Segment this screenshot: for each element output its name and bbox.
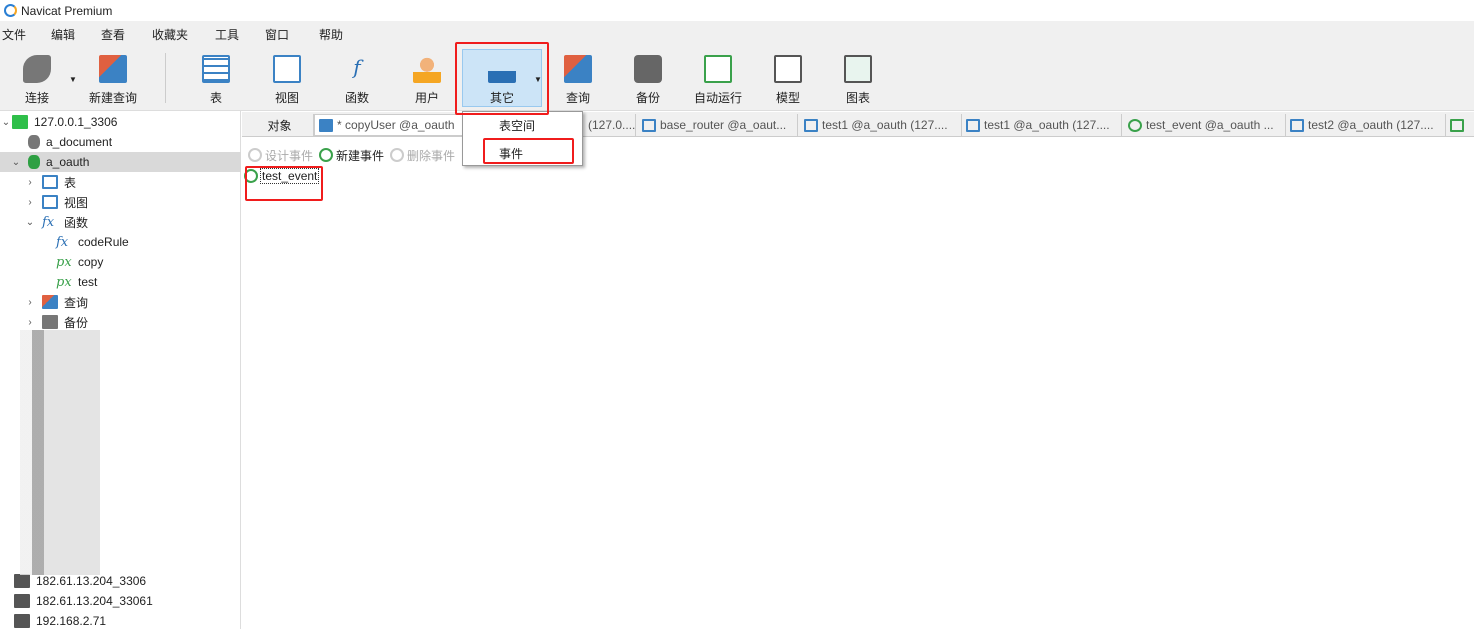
tree-function-item[interactable]: fx codeRule bbox=[0, 232, 241, 252]
query-icon bbox=[564, 55, 592, 83]
function-icon: f bbox=[353, 55, 361, 79]
highlight-box-event bbox=[483, 138, 574, 164]
backup-icon bbox=[634, 55, 662, 83]
chevron-down-icon[interactable]: ⌄ bbox=[10, 157, 22, 168]
chevron-down-icon[interactable]: ⌄ bbox=[0, 117, 12, 128]
query-icon bbox=[42, 295, 58, 309]
schedule-icon bbox=[1450, 118, 1464, 132]
procedure-icon: px bbox=[56, 254, 72, 270]
new-event-button[interactable]: 新建事件 bbox=[319, 147, 384, 164]
object-toolbar: 设计事件 新建事件 删除事件 bbox=[242, 144, 1474, 166]
query-button[interactable]: 查询 bbox=[543, 49, 613, 107]
tree-queries[interactable]: › 查询 bbox=[0, 292, 241, 312]
model-button[interactable]: 模型 bbox=[753, 49, 823, 107]
design-event-button[interactable]: 设计事件 bbox=[248, 147, 313, 164]
tree-connection-local[interactable]: ⌄ 127.0.0.1_3306 bbox=[0, 112, 241, 132]
connect-dropdown-icon[interactable]: ▼ bbox=[69, 75, 77, 84]
chevron-right-icon[interactable]: › bbox=[24, 297, 36, 308]
tree-db-a-document[interactable]: a_document bbox=[0, 132, 241, 152]
design-event-icon bbox=[248, 148, 262, 162]
tab-overflow[interactable] bbox=[1446, 114, 1474, 136]
menu-tools[interactable]: 工具 bbox=[215, 26, 239, 43]
schedule-icon bbox=[704, 55, 732, 83]
new-query-button[interactable]: 新建查询 bbox=[78, 49, 148, 107]
menu-item-tablespace[interactable]: 表空间 bbox=[499, 117, 535, 134]
tab-objects[interactable]: 对象 bbox=[242, 114, 314, 136]
function-icon: fx bbox=[56, 234, 69, 250]
new-event-icon bbox=[319, 148, 334, 162]
menu-file[interactable]: 文件 bbox=[2, 26, 26, 43]
event-icon bbox=[1128, 118, 1142, 132]
user-button[interactable]: 用户 bbox=[392, 49, 462, 107]
view-icon bbox=[273, 55, 301, 83]
tab-base-router[interactable]: base_router @a_oaut... bbox=[638, 114, 798, 136]
tree-backups[interactable]: › 备份 bbox=[0, 312, 241, 332]
database-icon bbox=[28, 135, 40, 149]
database-icon bbox=[28, 155, 40, 169]
table-icon bbox=[642, 118, 656, 132]
chart-button[interactable]: 图表 bbox=[823, 49, 893, 107]
function-button[interactable]: f 函数 bbox=[322, 49, 392, 107]
mysql-connection-icon bbox=[12, 115, 28, 129]
tab-partial[interactable]: (127.0.... bbox=[584, 114, 636, 136]
tab-bar: 对象 * copyUser @a_oauth (127.0.... base_r… bbox=[242, 112, 1474, 137]
user-icon bbox=[413, 55, 441, 83]
menu-bar: 文件 编辑 查看 收藏夹 工具 窗口 帮助 bbox=[0, 21, 1474, 45]
highlight-box-other bbox=[455, 42, 549, 115]
table-button[interactable]: 表 bbox=[181, 49, 251, 107]
blurred-region bbox=[20, 330, 180, 575]
menu-window[interactable]: 窗口 bbox=[265, 26, 289, 43]
toolbar: 连接 ▼ 新建查询 表 视图 f 函数 用户 其它 ▼ 查询 备份 自动运行 模型… bbox=[0, 45, 1474, 111]
chevron-down-icon[interactable]: ⌄ bbox=[24, 217, 36, 228]
function-icon: fx bbox=[42, 214, 55, 230]
mysql-connection-icon bbox=[14, 574, 30, 588]
table-icon bbox=[1290, 118, 1304, 132]
mysql-connection-icon bbox=[14, 594, 30, 608]
delete-event-button[interactable]: 删除事件 bbox=[390, 147, 455, 164]
view-icon bbox=[42, 195, 58, 209]
toolbar-separator bbox=[165, 53, 166, 103]
chevron-right-icon[interactable]: › bbox=[24, 197, 36, 208]
tab-test1[interactable]: test1 @a_oauth (127.... bbox=[962, 114, 1122, 136]
menu-help[interactable]: 帮助 bbox=[319, 26, 343, 43]
tree-function-item[interactable]: px copy bbox=[0, 252, 241, 272]
tree-function-item[interactable]: px test bbox=[0, 272, 241, 292]
view-button[interactable]: 视图 bbox=[252, 49, 322, 107]
menu-view[interactable]: 查看 bbox=[101, 26, 125, 43]
delete-event-icon bbox=[390, 148, 405, 162]
procedure-icon: px bbox=[56, 274, 72, 290]
app-title: Navicat Premium bbox=[21, 3, 113, 18]
tab-test1-design[interactable]: test1 @a_oauth (127.... bbox=[800, 114, 962, 136]
model-icon bbox=[774, 55, 802, 83]
tab-test2[interactable]: test2 @a_oauth (127.... bbox=[1286, 114, 1446, 136]
tree-db-a-oauth[interactable]: ⌄ a_oauth bbox=[0, 152, 241, 172]
tab-test-event[interactable]: test_event @a_oauth ... bbox=[1124, 114, 1286, 136]
chevron-right-icon[interactable]: › bbox=[24, 177, 36, 188]
tree-connection[interactable]: 182.61.13.204_33061 bbox=[0, 591, 241, 611]
menu-edit[interactable]: 编辑 bbox=[51, 26, 75, 43]
table-icon bbox=[319, 118, 333, 132]
new-query-icon bbox=[99, 55, 127, 83]
connect-button[interactable]: 连接 bbox=[2, 49, 72, 107]
highlight-box-test-event bbox=[245, 166, 323, 201]
tab-copyuser[interactable]: * copyUser @a_oauth bbox=[314, 114, 464, 136]
backup-icon bbox=[42, 315, 58, 329]
menu-favorites[interactable]: 收藏夹 bbox=[152, 26, 188, 43]
table-icon bbox=[202, 55, 230, 83]
table-design-icon bbox=[804, 118, 818, 132]
auto-run-button[interactable]: 自动运行 bbox=[683, 49, 753, 107]
chevron-right-icon[interactable]: › bbox=[24, 317, 36, 328]
table-icon bbox=[42, 175, 58, 189]
tree-tables[interactable]: › 表 bbox=[0, 172, 241, 192]
backup-button[interactable]: 备份 bbox=[613, 49, 683, 107]
chart-icon bbox=[844, 55, 872, 83]
mysql-connection-icon bbox=[14, 614, 30, 628]
tree-functions[interactable]: ⌄ fx 函数 bbox=[0, 212, 241, 232]
plug-add-icon bbox=[23, 55, 51, 83]
tree-connection[interactable]: 192.168.2.71 bbox=[0, 611, 241, 631]
table-icon bbox=[966, 118, 980, 132]
title-bar: Navicat Premium bbox=[0, 0, 1474, 21]
navicat-logo-icon bbox=[4, 4, 17, 17]
tree-views[interactable]: › 视图 bbox=[0, 192, 241, 212]
